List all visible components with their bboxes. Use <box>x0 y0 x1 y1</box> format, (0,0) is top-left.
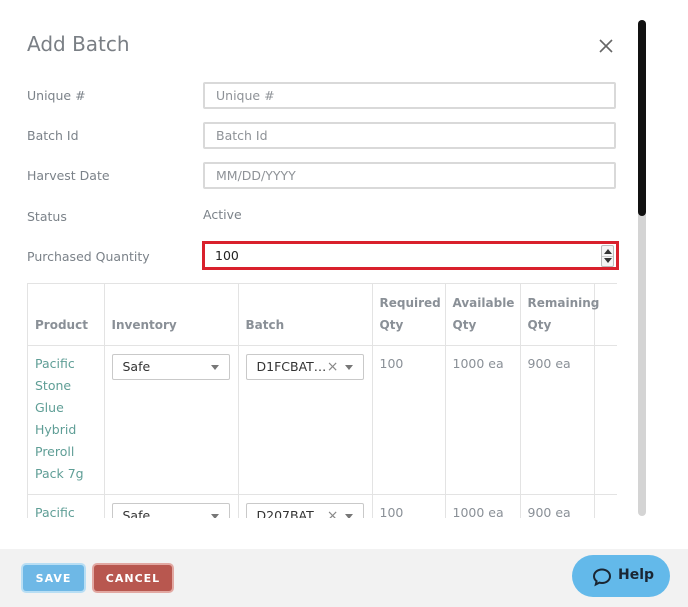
help-button[interactable]: Help <box>572 555 670 597</box>
save-button[interactable]: SAVE <box>23 565 84 591</box>
status-label: Status <box>27 209 67 224</box>
unique-label: Unique # <box>27 88 86 103</box>
stepper-up-icon[interactable] <box>604 249 612 254</box>
help-label: Help <box>618 567 655 583</box>
spacer-cell <box>594 494 617 518</box>
quantity-stepper[interactable] <box>601 245 614 267</box>
batch-select-value: D207BAT… <box>256 508 327 518</box>
inventory-select[interactable]: Safe <box>111 354 230 380</box>
modal-title: Add Batch <box>27 32 130 56</box>
status-value: Active <box>203 207 242 222</box>
available-qty-cell: 1000 ea <box>445 345 521 495</box>
inventory-select[interactable]: Safe <box>111 503 230 518</box>
header-inventory: Inventory <box>104 284 239 346</box>
harvest-date-input[interactable] <box>203 162 616 189</box>
batch-table-container[interactable]: Product Inventory Batch Required Qty Ava… <box>27 283 617 518</box>
header-required-qty: Required Qty <box>372 284 446 346</box>
batch-table: Product Inventory Batch Required Qty Ava… <box>28 284 617 518</box>
clear-icon[interactable]: × <box>327 504 339 518</box>
inventory-select-value: Safe <box>122 508 151 518</box>
purchased-quantity-label: Purchased Quantity <box>27 249 150 264</box>
chat-bubble-icon <box>592 568 612 587</box>
batch-select-value: D1FCBAT… <box>256 359 327 374</box>
table-header-row: Product Inventory Batch Required Qty Ava… <box>28 284 617 346</box>
batch-id-input[interactable] <box>203 122 616 149</box>
batch-select[interactable]: D207BAT… × <box>245 503 364 518</box>
close-icon[interactable] <box>592 32 620 60</box>
modal-scrollbar[interactable] <box>638 20 646 516</box>
product-link[interactable]: Pacific Stone Glue Hybrid Preroll Pack 7… <box>28 345 105 495</box>
batch-cell: D1FCBAT… × <box>238 345 373 495</box>
table-row: Pacific Safe D207BAT… × 100 1000 ea 900 … <box>28 494 617 518</box>
inventory-select-value: Safe <box>122 359 151 374</box>
batch-id-label: Batch Id <box>27 128 79 143</box>
header-batch: Batch <box>238 284 373 346</box>
spacer-cell <box>594 345 617 495</box>
chevron-down-icon[interactable] <box>210 514 219 518</box>
batch-select[interactable]: D1FCBAT… × <box>245 354 364 380</box>
chevron-down-icon[interactable] <box>344 365 353 370</box>
header-product: Product <box>28 284 105 346</box>
batch-cell: D207BAT… × <box>238 494 373 518</box>
stepper-down-icon[interactable] <box>604 258 612 263</box>
required-qty-cell: 100 <box>372 494 446 518</box>
harvest-date-label: Harvest Date <box>27 168 110 183</box>
close-button[interactable] <box>592 32 620 60</box>
cancel-button[interactable]: CANCEL <box>94 565 172 591</box>
remaining-qty-cell: 900 ea <box>520 494 595 518</box>
remaining-qty-cell: 900 ea <box>520 345 595 495</box>
inventory-cell: Safe <box>104 494 239 518</box>
product-link[interactable]: Pacific <box>28 494 105 518</box>
stepper-divider <box>602 256 613 257</box>
required-qty-cell: 100 <box>372 345 446 495</box>
purchased-quantity-input[interactable] <box>205 244 585 267</box>
unique-input[interactable] <box>203 82 616 109</box>
purchased-quantity-field <box>202 241 619 270</box>
chevron-down-icon[interactable] <box>344 514 353 518</box>
available-qty-cell: 1000 ea <box>445 494 521 518</box>
header-remaining-qty: Remaining Qty <box>520 284 599 346</box>
table-row: Pacific Stone Glue Hybrid Preroll Pack 7… <box>28 345 617 495</box>
scrollbar-thumb[interactable] <box>638 20 646 216</box>
add-batch-modal: Add Batch Unique # Batch Id Harvest Date… <box>0 0 688 607</box>
chevron-down-icon[interactable] <box>210 365 219 370</box>
clear-icon[interactable]: × <box>327 355 339 379</box>
inventory-cell: Safe <box>104 345 239 495</box>
header-available-qty: Available Qty <box>445 284 521 346</box>
